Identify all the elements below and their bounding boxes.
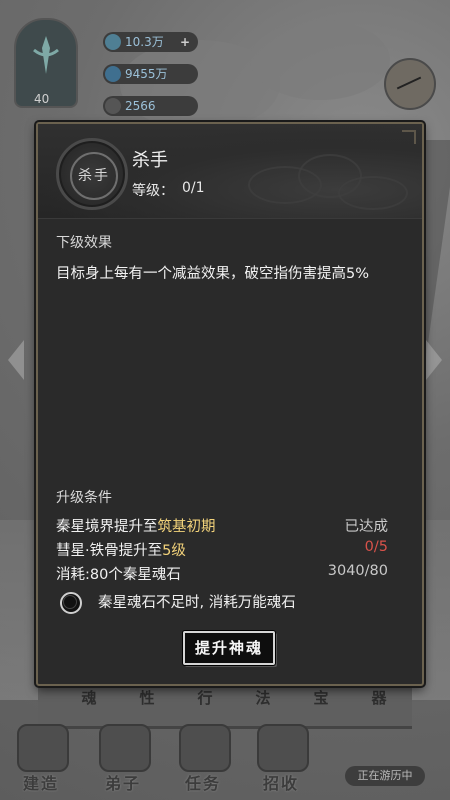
task-icon — [179, 724, 231, 772]
condition-highlight: 5级 — [162, 543, 186, 559]
condition-row: 彗星·铁骨提升至5级 0/5 — [56, 539, 404, 561]
nav-label: 建造 — [22, 774, 59, 793]
coin-icon — [105, 66, 121, 82]
wander-status-badge[interactable]: 正在游历中 — [345, 766, 425, 786]
next-arrow-icon[interactable] — [426, 340, 442, 380]
condition-row: 秦星境界提升至筑基初期 已达成 — [56, 515, 404, 537]
disciple-icon — [99, 724, 151, 772]
toggle-label: 秦星魂石不足时, 消耗万能魂石 — [98, 595, 296, 611]
condition-text: 消耗:80个秦星魂石 — [56, 567, 181, 583]
upgrade-soul-button[interactable]: 提升神魂 — [183, 631, 275, 665]
yin-yang-icon — [105, 98, 121, 114]
condition-highlight: 筑基初期 — [157, 519, 216, 535]
skill-name: 杀手 — [132, 150, 168, 171]
resource-spirit-stone[interactable]: 10.3万 + — [103, 32, 198, 52]
skill-icon: 杀手 — [56, 138, 128, 210]
condition-row: 消耗:80个秦星魂石 3040/80 — [56, 563, 404, 585]
skill-detail-dialog: 杀手 杀手 等级： 0/1 下级效果 目标身上每有一个减益效果，破空指伤害提高5… — [36, 122, 424, 686]
universal-soul-stone-toggle-row[interactable]: 秦星魂石不足时, 消耗万能魂石 — [60, 590, 400, 614]
resource-value: 2566 — [125, 99, 156, 113]
radio-toggle[interactable] — [60, 592, 82, 614]
skill-level-value: 0/1 — [182, 180, 205, 196]
upgrade-conditions-title: 升级条件 — [56, 490, 112, 506]
condition-status: 已达成 — [344, 519, 389, 535]
nav-disciples[interactable]: 弟子 — [88, 720, 158, 798]
condition-text: 秦星境界提升至 — [56, 519, 158, 535]
nav-build[interactable]: 建造 — [6, 720, 76, 798]
bottom-nav: 建造 弟子 任务 招收 — [0, 720, 450, 800]
resource-value: 10.3万 — [125, 35, 164, 49]
next-effect-description: 目标身上每有一个减益效果，破空指伤害提高5% — [56, 266, 370, 282]
condition-text: 彗星·铁骨提升至 — [56, 543, 163, 559]
nav-tasks[interactable]: 任务 — [168, 720, 238, 798]
day-night-dial — [384, 58, 436, 110]
spirit-stone-icon — [105, 34, 121, 50]
prev-arrow-icon[interactable] — [8, 340, 24, 380]
condition-status: 3040/80 — [327, 563, 388, 579]
resource-yin-yang: 2566 — [103, 96, 198, 116]
resource-coin: 9455万 — [103, 64, 198, 84]
skill-seal: 杀手 — [70, 152, 118, 200]
skill-level-label: 等级： — [132, 183, 174, 199]
nav-label: 招收 — [262, 774, 299, 793]
add-resource-icon[interactable]: + — [180, 32, 190, 52]
sword-emblem-icon — [33, 36, 59, 74]
resource-value: 9455万 — [125, 67, 168, 81]
nav-label: 任务 — [184, 774, 221, 793]
dialog-header: 杀手 杀手 等级： 0/1 — [38, 124, 422, 219]
recruit-icon — [257, 724, 309, 772]
next-effect-title: 下级效果 — [56, 235, 112, 251]
player-level: 40 — [34, 92, 50, 106]
corner-ornament — [402, 130, 416, 144]
cloud-ornament — [338, 176, 408, 210]
condition-status: 0/5 — [364, 539, 388, 555]
nav-recruit[interactable]: 招收 — [246, 720, 316, 798]
building-icon — [17, 724, 69, 772]
nav-label: 弟子 — [104, 774, 141, 793]
top-hud: 40 10.3万 + 9455万 2566 — [0, 0, 450, 125]
